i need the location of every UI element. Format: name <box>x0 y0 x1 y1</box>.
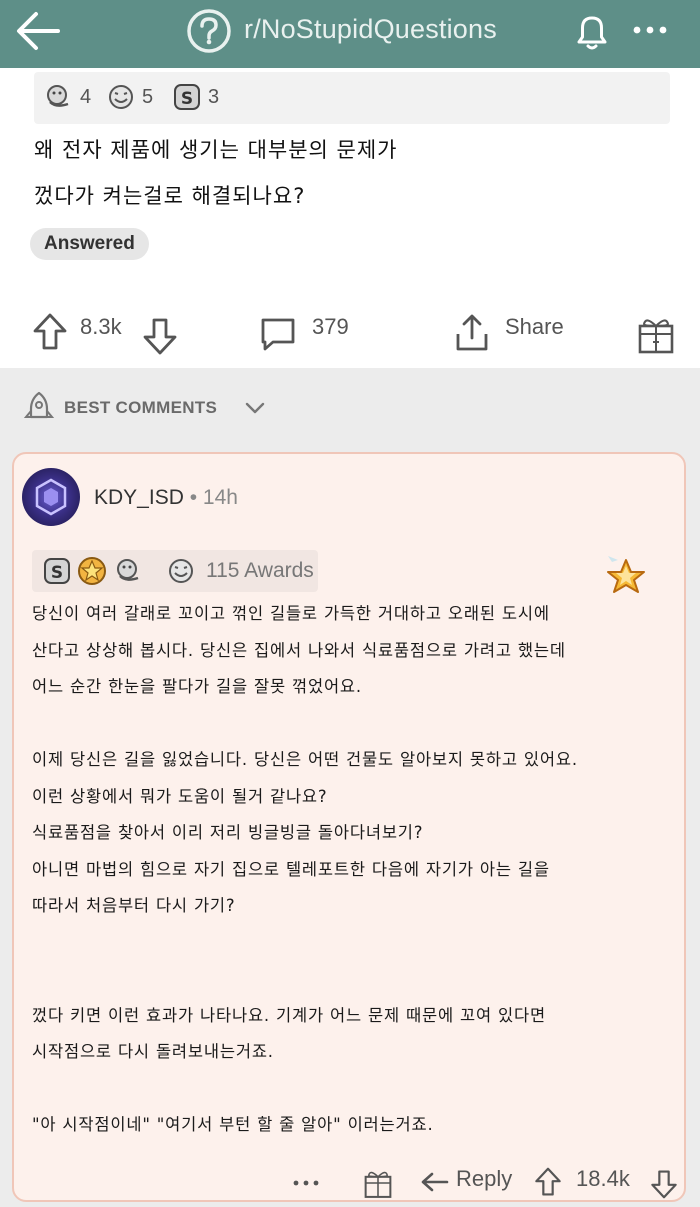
comment-author[interactable]: KDY_ISD <box>94 486 184 509</box>
downvote-icon[interactable] <box>650 1168 678 1200</box>
wholesome-award-icon <box>169 559 193 583</box>
comment-body-line: "아 시작점이네" "여기서 부턴 할 줄 알아" 이러는거죠. <box>32 1115 434 1134</box>
comment-action-bar: Reply 18.4k <box>14 1162 688 1202</box>
comment-body-line: 식료품점을 찾아서 이리 저리 빙글빙글 돌아다녀보기? <box>32 823 424 842</box>
share-icon[interactable] <box>452 312 492 354</box>
post-card: 4 5 S 3 왜 전자 제품에 생기는 대부분의 문제가 껐다가 켜는걸로 해… <box>0 68 700 368</box>
reply-button[interactable]: Reply <box>456 1166 512 1192</box>
hug-award-icon <box>117 559 139 581</box>
comment-time: 14h <box>202 486 238 509</box>
post-award: 4 <box>44 82 91 112</box>
gold-award-icon <box>78 557 106 585</box>
arrow-left-icon[interactable] <box>14 10 62 52</box>
comment-icon[interactable] <box>258 314 298 354</box>
comment-body-line: 따라서 처음부터 다시 가기? <box>32 896 236 915</box>
upvote-icon[interactable] <box>534 1166 562 1198</box>
comment-body-line: 시작점으로 다시 돌려보내는거죠. <box>32 1042 274 1061</box>
question-mark-icon[interactable] <box>186 8 232 54</box>
wholesome-award-icon <box>109 85 133 109</box>
post-title-line[interactable]: 껐다가 켜는걸로 해결되나요? <box>34 180 305 210</box>
comment-sort-bar[interactable]: BEST COMMENTS <box>0 368 700 448</box>
comment-body-line: 어느 순간 한눈을 팔다가 길을 잘못 꺾었어요. <box>32 677 362 696</box>
comment-body-line: 이제 당신은 길을 잃었습니다. 당신은 어떤 건물도 알아보지 못하고 있어요… <box>32 750 578 769</box>
silver-award-icon: S <box>174 84 200 110</box>
upvote-icon[interactable] <box>32 312 68 352</box>
comment-body-line: 당신이 여러 갈래로 꼬이고 꺾인 길들로 가득한 거대하고 오래된 도시에 <box>32 604 550 623</box>
post-title-line[interactable]: 왜 전자 제품에 생기는 대부분의 문제가 <box>34 134 398 164</box>
comment-author-line: KDY_ISD • 14h <box>94 486 238 510</box>
gift-award-icon[interactable] <box>636 312 676 356</box>
comment-count[interactable]: 379 <box>312 314 349 340</box>
avatar-emblem-icon <box>35 478 67 516</box>
comment-awards[interactable]: S 115 Awards <box>32 550 318 592</box>
more-horizontal-icon[interactable] <box>292 1178 322 1188</box>
post-award: 5 <box>106 82 153 112</box>
avatar[interactable] <box>22 468 80 526</box>
award-count: 5 <box>142 85 154 108</box>
comment-score: 18.4k <box>576 1166 630 1191</box>
post-flair[interactable]: Answered <box>30 228 149 260</box>
post-awards[interactable]: 4 5 S 3 <box>34 72 670 124</box>
award-total: 115 Awards <box>206 559 314 582</box>
share-button[interactable]: Share <box>505 314 564 340</box>
comment-body-line: 아니면 마법의 힘으로 자기 집으로 텔레포트한 다음에 자기가 아는 길을 <box>32 859 550 879</box>
star-icon <box>607 556 645 593</box>
silver-award-icon: S <box>44 558 70 584</box>
more-horizontal-icon[interactable] <box>630 18 670 42</box>
award-count: 4 <box>80 85 92 108</box>
comment-body-line: 껐다 키면 이런 효과가 나타나요. 기계가 어느 문제 때문에 꼬여 있다면 <box>32 1005 546 1025</box>
subreddit-name[interactable]: r/NoStupidQuestions <box>244 14 497 45</box>
gift-award-icon[interactable] <box>362 1166 394 1200</box>
post-action-bar: 8.3k 379 Share <box>0 306 700 362</box>
svg-text:S: S <box>181 89 193 109</box>
svg-text:S: S <box>51 563 63 583</box>
downvote-icon[interactable] <box>142 316 178 356</box>
comment-body-line: 이런 상황에서 뭐가 도움이 될거 같나요? <box>32 786 328 806</box>
bell-icon[interactable] <box>570 10 614 54</box>
separator-dot: • <box>189 486 203 509</box>
award-count: 3 <box>208 85 220 108</box>
comment-body-line: 산다고 상상해 봅시다. 당신은 집에서 나와서 식료품점으로 가려고 했는데 <box>32 640 566 660</box>
rocket-icon <box>23 391 55 419</box>
reply-icon[interactable] <box>420 1170 450 1194</box>
sort-label[interactable]: BEST COMMENTS <box>64 398 217 418</box>
chevron-down-icon[interactable] <box>244 400 266 416</box>
post-award: S 3 <box>172 82 219 112</box>
comment-card: KDY_ISD • 14h S 115 Awards 당신이 여러 갈래로 꼬이… <box>12 452 686 1202</box>
hug-award-icon <box>47 85 69 107</box>
top-app-bar: r/NoStupidQuestions <box>0 0 700 68</box>
post-score: 8.3k <box>80 314 122 339</box>
